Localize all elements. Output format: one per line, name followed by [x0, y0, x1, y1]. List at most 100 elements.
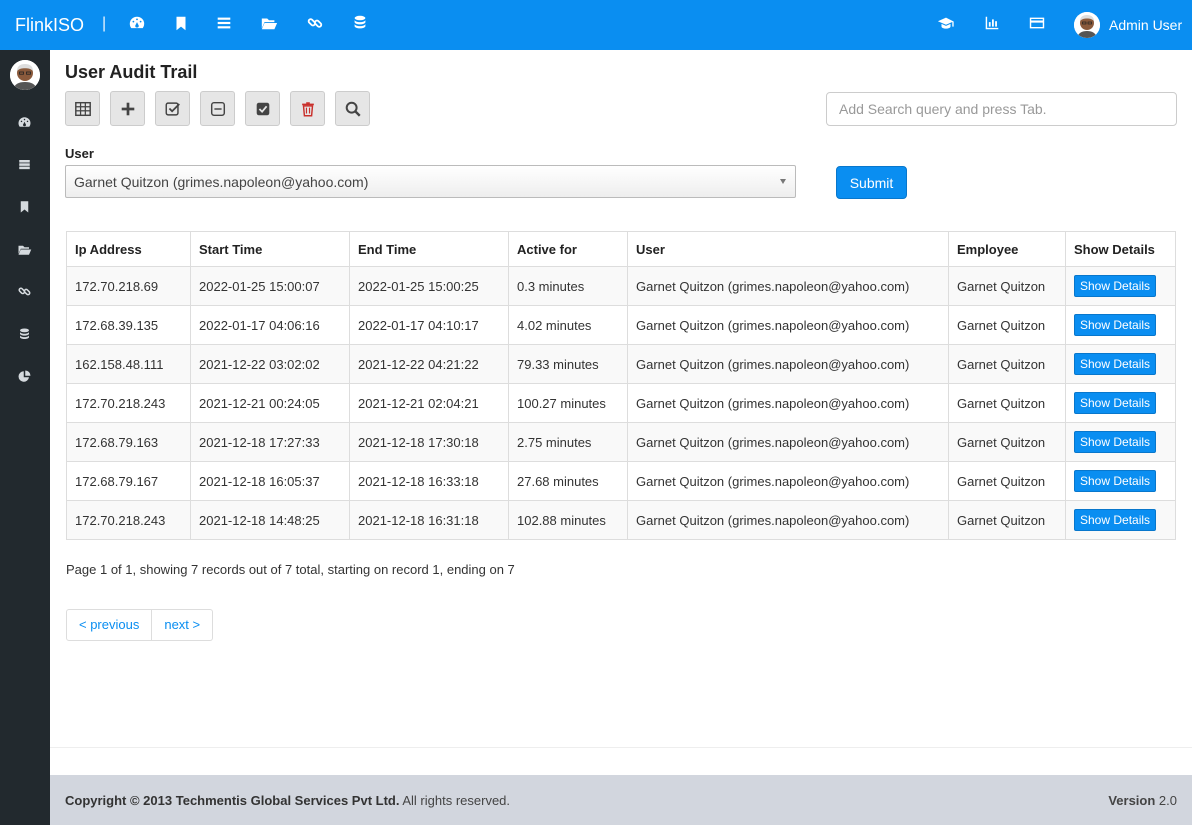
show-details-button[interactable]: Show Details [1074, 353, 1157, 375]
server-icon[interactable] [17, 157, 32, 172]
user-menu[interactable]: Admin User [1074, 11, 1182, 39]
user-cell: Garnet Quitzon (grimes.napoleon@yahoo.co… [627, 305, 949, 345]
column-header[interactable]: Start Time [190, 231, 350, 267]
active-for-cell: 0.3 minutes [508, 266, 628, 306]
page-title: User Audit Trail [65, 62, 198, 82]
check-square-icon [165, 101, 180, 116]
show-details-button[interactable]: Show Details [1074, 275, 1157, 297]
end-time-cell: 2021-12-21 02:04:21 [349, 383, 509, 423]
version-value: 2.0 [1158, 793, 1177, 808]
start-time-cell: 2022-01-17 04:06:16 [190, 305, 350, 345]
brand-logo[interactable]: FlinkISO [15, 15, 84, 36]
deselect-button[interactable] [200, 91, 235, 126]
column-header[interactable]: Employee [948, 231, 1066, 267]
user-field-label: User [65, 146, 94, 161]
top-navbar: FlinkISO | Admin User [0, 0, 1192, 50]
approve-button[interactable] [245, 91, 280, 126]
show-details-button[interactable]: Show Details [1074, 431, 1157, 453]
add-button[interactable] [110, 91, 145, 126]
plus-icon [121, 102, 134, 115]
table-row: 172.70.218.243 2021-12-21 00:24:05 2021-… [66, 383, 1176, 423]
user-cell: Garnet Quitzon (grimes.napoleon@yahoo.co… [627, 422, 949, 462]
credit-card-icon[interactable] [1028, 14, 1046, 32]
show-details-cell: Show Details [1065, 461, 1176, 501]
bookmark-icon[interactable] [172, 14, 190, 32]
bar-chart-icon[interactable] [983, 14, 1001, 32]
user-cell: Garnet Quitzon (grimes.napoleon@yahoo.co… [627, 461, 949, 501]
column-header[interactable]: Active for [508, 231, 628, 267]
table-row: 172.68.39.135 2022-01-17 04:06:16 2022-0… [66, 305, 1176, 345]
start-time-cell: 2021-12-18 14:48:25 [190, 500, 350, 540]
start-time-cell: 2021-12-22 03:02:02 [190, 344, 350, 384]
avatar [1074, 12, 1100, 38]
next-page-link[interactable]: next > [152, 609, 214, 641]
dashboard-icon[interactable] [128, 14, 146, 32]
company-name: Techmentis Global Services Pvt Ltd. [175, 793, 400, 808]
ip-cell: 172.68.39.135 [66, 305, 191, 345]
table-row: 162.158.48.111 2021-12-22 03:02:02 2021-… [66, 344, 1176, 384]
ip-cell: 172.68.79.167 [66, 461, 191, 501]
end-time-cell: 2021-12-18 16:31:18 [349, 500, 509, 540]
delete-button[interactable] [290, 91, 325, 126]
ip-cell: 172.70.218.243 [66, 500, 191, 540]
active-for-cell: 4.02 minutes [508, 305, 628, 345]
avatar[interactable] [10, 60, 40, 90]
table-header-row: Ip Address Start Time End Time Active fo… [66, 231, 1176, 267]
user-select[interactable]: Garnet Quitzon (grimes.napoleon@yahoo.co… [65, 165, 796, 198]
database-icon[interactable] [17, 327, 32, 342]
rights-text: All rights reserved. [402, 793, 511, 808]
folder-open-icon[interactable] [17, 242, 32, 257]
active-for-cell: 27.68 minutes [508, 461, 628, 501]
active-for-cell: 102.88 minutes [508, 500, 628, 540]
copyright: Copyright © 2013 Techmentis Global Servi… [65, 793, 510, 808]
end-time-cell: 2021-12-18 17:30:18 [349, 422, 509, 462]
ip-cell: 172.70.218.243 [66, 383, 191, 423]
ip-cell: 172.70.218.69 [66, 266, 191, 306]
graduation-cap-icon[interactable] [937, 14, 955, 32]
column-header[interactable]: End Time [349, 231, 509, 267]
bookmark-icon[interactable] [17, 199, 32, 214]
active-for-cell: 79.33 minutes [508, 344, 628, 384]
folder-open-icon[interactable] [260, 14, 278, 32]
table-row: 172.70.218.243 2021-12-18 14:48:25 2021-… [66, 500, 1176, 540]
show-details-cell: Show Details [1065, 383, 1176, 423]
version-label: Version [1108, 793, 1156, 808]
sidebar [0, 50, 50, 825]
minus-square-icon [210, 101, 225, 116]
show-details-button[interactable]: Show Details [1074, 392, 1157, 414]
show-details-cell: Show Details [1065, 266, 1176, 306]
list-icon[interactable] [215, 14, 233, 32]
employee-cell: Garnet Quitzon [948, 461, 1066, 501]
brand-separator: | [102, 15, 107, 32]
start-time-cell: 2021-12-21 00:24:05 [190, 383, 350, 423]
end-time-cell: 2021-12-22 04:21:22 [349, 344, 509, 384]
search-button[interactable] [335, 91, 370, 126]
end-time-cell: 2022-01-25 15:00:25 [349, 266, 509, 306]
ip-cell: 172.68.79.163 [66, 422, 191, 462]
show-details-button[interactable]: Show Details [1074, 509, 1157, 531]
link-icon[interactable] [17, 284, 32, 299]
dashboard-icon[interactable] [17, 115, 32, 130]
database-icon[interactable] [351, 14, 369, 32]
chevron-down-icon [780, 179, 786, 184]
column-header: Show Details [1065, 231, 1176, 267]
show-details-button[interactable]: Show Details [1074, 470, 1157, 492]
column-header[interactable]: User [627, 231, 949, 267]
active-for-cell: 2.75 minutes [508, 422, 628, 462]
end-time-cell: 2021-12-18 16:33:18 [349, 461, 509, 501]
submit-button[interactable]: Submit [836, 166, 907, 199]
show-details-button[interactable]: Show Details [1074, 314, 1157, 336]
select-button[interactable] [155, 91, 190, 126]
column-header[interactable]: Ip Address [66, 231, 191, 267]
employee-cell: Garnet Quitzon [948, 500, 1066, 540]
previous-page-link[interactable]: < previous [66, 609, 153, 641]
search-input[interactable] [826, 92, 1177, 126]
show-details-cell: Show Details [1065, 305, 1176, 345]
trash-icon [301, 101, 314, 116]
link-icon[interactable] [306, 14, 324, 32]
pie-chart-icon[interactable] [17, 369, 32, 384]
table-icon [74, 101, 91, 116]
table-view-button[interactable] [65, 91, 100, 126]
show-details-cell: Show Details [1065, 422, 1176, 462]
start-time-cell: 2021-12-18 17:27:33 [190, 422, 350, 462]
